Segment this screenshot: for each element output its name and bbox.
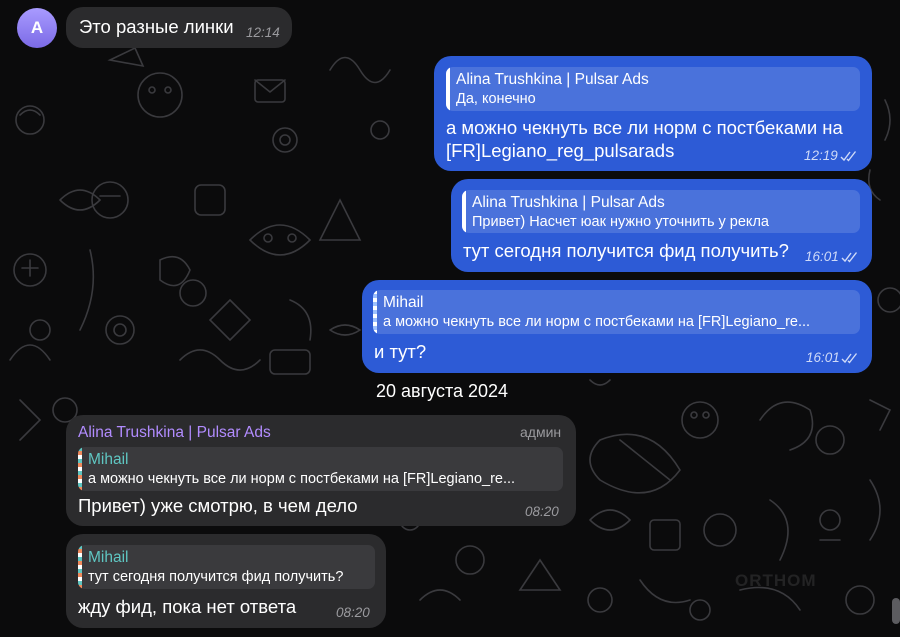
- reply-preview[interactable]: Alina Trushkina | Pulsar Ads Да, конечно: [446, 67, 860, 111]
- reply-author: Mihail: [383, 294, 424, 311]
- message-bubble-incoming[interactable]: Mihail тут сегодня получится фид получит…: [66, 534, 386, 628]
- reply-snippet: Да, конечно: [456, 91, 536, 107]
- reply-bar: [462, 190, 466, 233]
- reply-bar: [78, 545, 82, 589]
- reply-preview[interactable]: Mihail а можно чекнуть все ли норм с пос…: [78, 447, 563, 491]
- reply-snippet: тут сегодня получится фид получить?: [88, 569, 344, 585]
- reply-snippet: а можно чекнуть все ли норм с постбеками…: [88, 471, 516, 487]
- scrollbar-thumb[interactable]: [892, 598, 900, 624]
- admin-badge: админ: [520, 424, 562, 440]
- message-text-line-1: а можно чекнуть все ли норм с постбеками…: [446, 117, 843, 138]
- sender-name[interactable]: Alina Trushkina | Pulsar Ads: [78, 424, 271, 442]
- message-time: 12:14: [246, 25, 280, 40]
- message-bubble-outgoing[interactable]: Alina Trushkina | Pulsar Ads Да, конечно…: [434, 56, 872, 171]
- reply-snippet: Привет) Насчет юак нужно уточнить у рекл…: [472, 214, 769, 230]
- date-separator: 20 августа 2024: [376, 381, 509, 401]
- message-text: Это разные линки: [79, 16, 234, 37]
- message-text: и тут?: [374, 341, 427, 362]
- reply-snippet: а можно чекнуть все ли норм с постбеками…: [383, 314, 811, 330]
- reply-author: Alina Trushkina | Pulsar Ads: [472, 194, 665, 211]
- reply-preview[interactable]: Mihail тут сегодня получится фид получит…: [78, 545, 375, 589]
- message-text-line-2: [FR]Legiano_reg_pulsarads: [446, 140, 675, 161]
- message-bubble-outgoing[interactable]: Alina Trushkina | Pulsar Ads Привет) Нас…: [451, 179, 872, 272]
- message-time: 16:01: [806, 350, 840, 365]
- reply-preview[interactable]: Mihail а можно чекнуть все ли норм с пос…: [373, 290, 860, 334]
- reply-author: Mihail: [88, 549, 129, 566]
- message-text: Привет) уже смотрю, в чем дело: [78, 495, 358, 516]
- double-check-icon: [841, 252, 858, 263]
- message-bubble-incoming[interactable]: Alina Trushkina | Pulsar Ads админ Mihai…: [66, 415, 576, 526]
- reply-bar: [373, 290, 377, 334]
- reply-author: Mihail: [88, 451, 129, 468]
- watermark: ORTHOM: [735, 571, 817, 590]
- reply-bar: [446, 67, 450, 111]
- message-bubble-outgoing[interactable]: Mihail а можно чекнуть все ли норм с пос…: [362, 280, 872, 373]
- message-time: 08:20: [525, 504, 559, 519]
- message-time: 12:19: [804, 148, 838, 163]
- reply-author: Alina Trushkina | Pulsar Ads: [456, 71, 649, 88]
- double-check-icon: [841, 353, 858, 364]
- message-bubble-incoming[interactable]: Это разные линки 12:14: [66, 7, 292, 48]
- message-text: жду фид, пока нет ответа: [78, 596, 297, 617]
- message-time: 08:20: [336, 605, 370, 620]
- reply-bar: [78, 447, 82, 491]
- reply-preview[interactable]: Alina Trushkina | Pulsar Ads Привет) Нас…: [462, 190, 860, 233]
- double-check-icon: [840, 151, 857, 162]
- avatar-letter: A: [30, 18, 44, 37]
- message-text: тут сегодня получится фид получить?: [463, 240, 789, 261]
- sender-avatar[interactable]: A: [17, 8, 57, 48]
- message-time: 16:01: [805, 249, 839, 264]
